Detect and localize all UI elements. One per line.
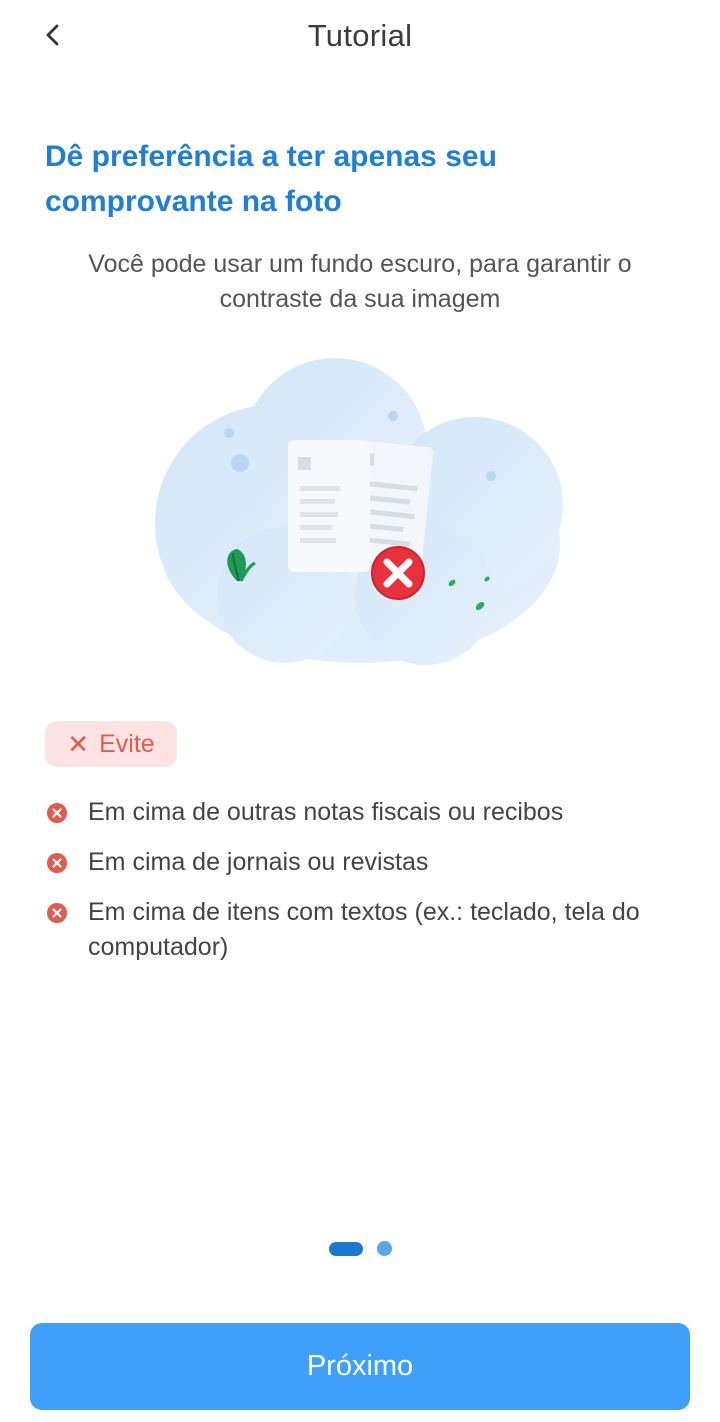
tutorial-headline: Dê preferência a ter apenas seu comprova… bbox=[45, 140, 497, 218]
error-icon bbox=[47, 903, 67, 923]
next-button[interactable]: Próximo bbox=[30, 1323, 690, 1410]
app-header: Tutorial bbox=[0, 0, 720, 76]
avoid-item-text: Em cima de jornais ou revistas bbox=[88, 848, 429, 876]
list-item: Em cima de itens com textos (ex.: teclad… bbox=[45, 895, 700, 965]
error-icon bbox=[47, 803, 67, 823]
page-indicator bbox=[0, 1241, 720, 1256]
avoid-item-text: Em cima de outras notas fiscais ou recib… bbox=[88, 798, 564, 826]
avoid-list: Em cima de outras notas fiscais ou recib… bbox=[45, 795, 700, 980]
avoid-badge-label: Evite bbox=[99, 729, 155, 758]
page-indicator-dot bbox=[376, 1241, 392, 1256]
close-icon: ✕ bbox=[67, 729, 90, 759]
list-item: Em cima de jornais ou revistas bbox=[45, 845, 700, 880]
avoid-badge: ✕ Evite bbox=[45, 721, 177, 767]
documents-with-error-icon bbox=[155, 358, 563, 665]
tutorial-subtext: Você pode usar um fundo escuro, para gar… bbox=[88, 250, 632, 313]
avoid-item-text: Em cima de itens com textos (ex.: teclad… bbox=[88, 898, 640, 961]
list-item: Em cima de outras notas fiscais ou recib… bbox=[45, 795, 700, 830]
page-title: Tutorial bbox=[307, 18, 413, 53]
page-indicator-dot-active bbox=[328, 1241, 363, 1256]
error-icon bbox=[47, 853, 67, 873]
